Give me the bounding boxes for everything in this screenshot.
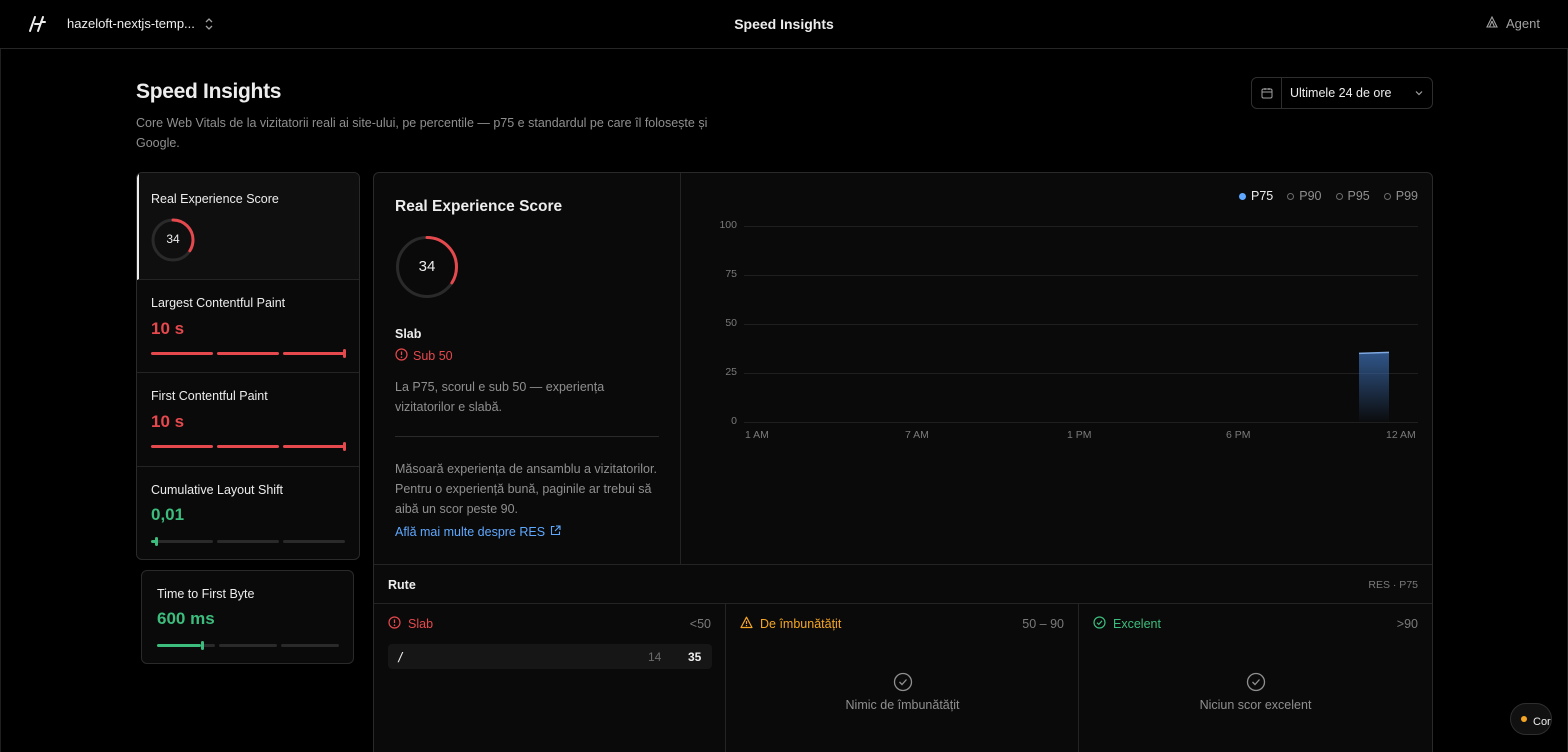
route-row[interactable]: / 14 35 bbox=[388, 644, 712, 669]
app-logo-icon[interactable] bbox=[27, 14, 47, 34]
column-range: >90 bbox=[1396, 617, 1418, 631]
routes-column-excellent: Excelent >90 Niciun scor excelent bbox=[1079, 604, 1432, 752]
rating-badge-text: Sub 50 bbox=[413, 349, 453, 363]
level-marker bbox=[343, 442, 346, 451]
route-path: / bbox=[397, 650, 405, 664]
metric-detail: Real Experience Score 34 Slab Sub 50 La … bbox=[374, 173, 681, 564]
route-count: 14 bbox=[648, 650, 662, 664]
level-segment bbox=[217, 540, 279, 543]
chart-plot bbox=[1358, 351, 1390, 422]
warning-triangle-icon bbox=[740, 616, 753, 632]
series-line-p75 bbox=[1358, 351, 1390, 355]
floating-widget-button[interactable]: Cor bbox=[1510, 703, 1552, 735]
check-circle-icon bbox=[726, 672, 1079, 692]
date-range-select[interactable]: Ultimele 24 de ore bbox=[1251, 77, 1433, 109]
metric-label: First Contentful Paint bbox=[151, 389, 268, 403]
project-name: hazeloft-nextjs-temp... bbox=[67, 16, 195, 31]
learn-more-link[interactable]: Află mai multe despre RES bbox=[395, 525, 561, 539]
main-panel: Real Experience Score 34 Slab Sub 50 La … bbox=[373, 172, 1433, 752]
date-range-value: Ultimele 24 de ore bbox=[1290, 86, 1392, 100]
level-marker bbox=[343, 349, 346, 358]
column-label: Excelent bbox=[1113, 617, 1161, 631]
routes-title: Rute bbox=[388, 578, 416, 592]
detail-score-ring: 34 bbox=[395, 235, 459, 299]
divider bbox=[395, 436, 659, 437]
metric-label: Largest Contentful Paint bbox=[151, 296, 286, 310]
metric-label: Time to First Byte bbox=[157, 587, 255, 601]
metric-label: Cumulative Layout Shift bbox=[151, 483, 284, 497]
metric-value: 10 s bbox=[151, 319, 185, 338]
score-value: 34 bbox=[166, 232, 180, 246]
metric-fcp[interactable]: First Contentful Paint 10 s bbox=[137, 373, 359, 467]
column-label: Slab bbox=[408, 617, 434, 631]
level-segment bbox=[219, 644, 277, 647]
level-fill bbox=[157, 644, 201, 647]
routes-column-needs-improvement: De îmbunătățit 50 – 90 Nimic de îmbunătă… bbox=[726, 604, 1079, 752]
detail-explanation: Măsoară experiența de ansamblu a vizitat… bbox=[395, 462, 657, 516]
level-segment bbox=[217, 352, 279, 355]
level-segment bbox=[281, 644, 339, 647]
column-header: Excelent bbox=[1093, 616, 1161, 632]
routes-meta: RES · P75 bbox=[1368, 579, 1418, 591]
status-dot bbox=[1521, 716, 1527, 722]
level-segment bbox=[151, 352, 213, 355]
detail-title: Real Experience Score bbox=[395, 198, 563, 215]
level-segment bbox=[283, 445, 345, 448]
page-title: Speed Insights bbox=[136, 80, 282, 103]
level-segment bbox=[151, 445, 213, 448]
rating-badge: Sub 50 bbox=[395, 348, 453, 364]
routes-header: Rute RES · P75 bbox=[374, 564, 1432, 604]
routes-column-poor: Slab <50 / 14 35 bbox=[374, 604, 726, 752]
floating-widget-label: Cor bbox=[1533, 716, 1551, 728]
empty-state: Nimic de îmbunătățit bbox=[726, 672, 1079, 712]
metric-label: Real Experience Score bbox=[151, 192, 279, 206]
alert-circle-icon bbox=[388, 616, 401, 632]
agent-button[interactable]: Agent bbox=[1486, 15, 1540, 31]
level-segment bbox=[283, 352, 345, 355]
rating-label: Slab bbox=[395, 327, 422, 341]
metric-value: 10 s bbox=[151, 412, 185, 431]
frame-border-left bbox=[0, 49, 1, 752]
score-ring: 34 bbox=[151, 218, 195, 262]
chevron-up-down-icon bbox=[203, 17, 215, 31]
calendar-icon bbox=[1252, 78, 1282, 108]
metric-cls[interactable]: Cumulative Layout Shift 0,01 bbox=[137, 467, 359, 559]
metric-real-experience-score[interactable]: Real Experience Score 34 bbox=[137, 173, 359, 280]
agent-icon bbox=[1486, 15, 1498, 31]
column-header: Slab bbox=[388, 616, 433, 632]
project-switcher[interactable]: hazeloft-nextjs-temp... bbox=[67, 16, 215, 31]
page-description: Core Web Vitals de la vizitatorii reali … bbox=[136, 116, 708, 150]
chart-pane: P75 P90 P95 P99 100 75 50 25 0 1 AM 7 AM… bbox=[681, 173, 1432, 564]
top-bar: hazeloft-nextjs-temp... Speed Insights A… bbox=[0, 0, 1568, 49]
empty-state-text: Niciun scor excelent bbox=[1199, 698, 1312, 712]
level-segment bbox=[217, 445, 279, 448]
level-segment bbox=[283, 540, 345, 543]
route-score: 35 bbox=[688, 650, 702, 664]
metric-value: 0,01 bbox=[151, 505, 185, 524]
level-marker bbox=[155, 537, 158, 546]
empty-state: Niciun scor excelent bbox=[1079, 672, 1432, 712]
column-range: 50 – 90 bbox=[1022, 617, 1064, 631]
metrics-list: Real Experience Score 34 Largest Content… bbox=[136, 172, 360, 560]
detail-summary: La P75, scorul e sub 50 — experiența viz… bbox=[395, 380, 605, 414]
metric-ttfb[interactable]: Time to First Byte 600 ms bbox=[141, 570, 354, 664]
series-area-p75 bbox=[1359, 352, 1389, 422]
column-range: <50 bbox=[689, 617, 711, 631]
metric-value: 600 ms bbox=[157, 609, 215, 628]
empty-state-text: Nimic de îmbunătățit bbox=[845, 698, 960, 712]
detail-score-value: 34 bbox=[418, 258, 436, 275]
check-circle-icon bbox=[1093, 616, 1106, 632]
metric-lcp[interactable]: Largest Contentful Paint 10 s bbox=[137, 280, 359, 373]
level-segment bbox=[157, 540, 213, 543]
external-link-icon bbox=[550, 525, 561, 539]
chevron-down-icon bbox=[1406, 88, 1432, 98]
topbar-title: Speed Insights bbox=[734, 16, 834, 32]
level-marker bbox=[201, 641, 204, 650]
learn-more-text: Află mai multe despre RES bbox=[395, 525, 546, 539]
alert-circle-icon bbox=[395, 348, 408, 364]
column-label: De îmbunătățit bbox=[760, 617, 842, 631]
agent-label: Agent bbox=[1506, 16, 1540, 31]
column-header: De îmbunătățit bbox=[740, 616, 841, 632]
check-circle-icon bbox=[1079, 672, 1432, 692]
